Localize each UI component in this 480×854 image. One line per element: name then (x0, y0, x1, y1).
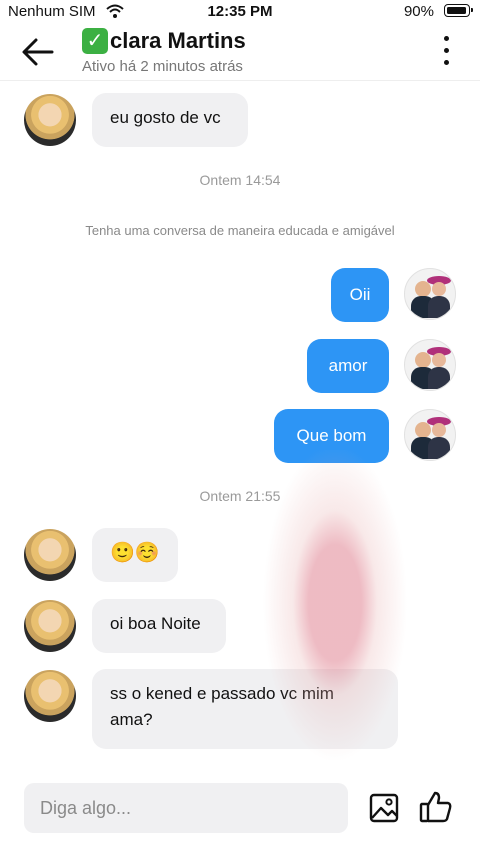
incoming-message[interactable]: oi boa Noite (92, 599, 226, 653)
arrow-left-icon[interactable] (18, 32, 58, 72)
timestamp: Ontem 21:55 (199, 488, 281, 504)
contact-name: clara Martins (110, 28, 246, 53)
more-vertical-icon[interactable] (442, 36, 450, 70)
incoming-message[interactable]: eu gosto de vc (92, 93, 248, 147)
conversation-notice: Tenha uma conversa de maneira educada e … (85, 223, 395, 238)
incoming-message[interactable]: ss o kened e passado vc mim ama? (92, 669, 398, 749)
contact-title[interactable]: ✓ clara Martins (82, 28, 246, 54)
outgoing-message[interactable]: Que bom (274, 409, 389, 463)
my-avatar (404, 268, 456, 320)
contact-avatar[interactable] (24, 94, 76, 146)
my-avatar (404, 339, 456, 391)
contact-avatar[interactable] (24, 670, 76, 722)
chat-header: ✓ clara Martins Ativo há 2 minutos atrás (0, 24, 480, 81)
outgoing-message[interactable]: amor (307, 339, 389, 393)
image-icon[interactable] (368, 792, 400, 824)
message-composer (24, 783, 348, 833)
outgoing-message[interactable]: Oii (331, 268, 389, 322)
thumbs-up-icon[interactable] (418, 789, 454, 825)
timestamp: Ontem 14:54 (199, 172, 281, 188)
contact-avatar[interactable] (24, 529, 76, 581)
active-status: Ativo há 2 minutos atrás (82, 58, 243, 75)
battery-percent: 90% (403, 3, 434, 20)
incoming-message[interactable]: 🙂☺️ (92, 528, 178, 582)
status-bar: Nenhum SIM 12:35 PM 90% (0, 0, 480, 24)
my-avatar (404, 409, 456, 461)
battery-icon (444, 4, 473, 17)
contact-avatar[interactable] (24, 600, 76, 652)
message-input[interactable] (24, 783, 346, 833)
check-mark-icon: ✓ (82, 28, 108, 54)
